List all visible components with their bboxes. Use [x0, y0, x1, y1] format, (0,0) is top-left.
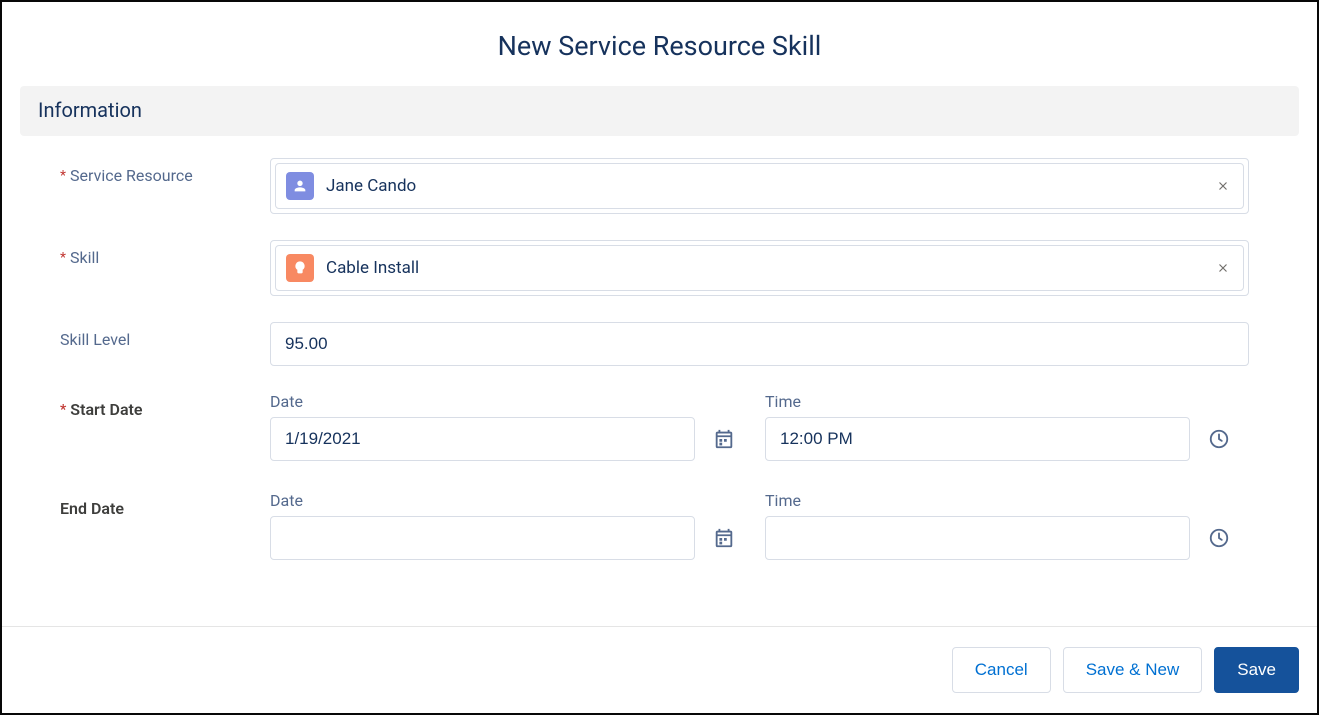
- label-text-service-resource: Service Resource: [70, 166, 193, 185]
- modal-footer: Cancel Save & New Save: [2, 626, 1317, 713]
- clock-icon: [1208, 527, 1230, 549]
- start-time-row: [765, 417, 1232, 461]
- skill-icon: [286, 254, 314, 282]
- row-end-date: End Date Date: [60, 491, 1299, 560]
- start-time-input[interactable]: [765, 417, 1190, 461]
- end-time-row: [765, 516, 1232, 560]
- label-service-resource: * Service Resource: [60, 158, 270, 185]
- form: * Service Resource Jane Cando: [20, 158, 1299, 560]
- modal-title: New Service Resource Skill: [2, 30, 1317, 62]
- end-date-input[interactable]: [270, 516, 695, 560]
- lookup-skill[interactable]: Cable Install: [270, 240, 1249, 296]
- label-text-skill: Skill: [70, 248, 99, 267]
- modal-dialog: New Service Resource Skill Information *…: [0, 0, 1319, 715]
- sublabel-end-date: Date: [270, 491, 737, 510]
- row-start-date: * Start Date Date: [60, 392, 1299, 461]
- field-skill: Cable Install: [270, 240, 1299, 296]
- calendar-icon: [713, 527, 735, 549]
- remove-skill-button[interactable]: [1213, 258, 1233, 278]
- modal-body: Information * Service Resource Jane Cand…: [2, 86, 1317, 626]
- required-asterisk: *: [60, 250, 66, 266]
- field-skill-level: [270, 322, 1299, 366]
- field-start-date: Date: [270, 392, 1299, 461]
- start-time-picker-button[interactable]: [1206, 426, 1232, 452]
- lookup-service-resource[interactable]: Jane Cando: [270, 158, 1249, 214]
- label-start-date: * Start Date: [60, 392, 270, 419]
- row-service-resource: * Service Resource Jane Cando: [60, 158, 1299, 214]
- end-time-input[interactable]: [765, 516, 1190, 560]
- pill-label-service-resource: Jane Cando: [326, 176, 1213, 196]
- service-resource-icon: [286, 172, 314, 200]
- row-skill: * Skill Cable Install: [60, 240, 1299, 296]
- end-date-row: [270, 516, 737, 560]
- sublabel-start-date: Date: [270, 392, 737, 411]
- start-date-input[interactable]: [270, 417, 695, 461]
- modal-header: New Service Resource Skill: [2, 2, 1317, 86]
- label-text-start-date: Start Date: [70, 400, 142, 419]
- start-date-picker-button[interactable]: [711, 426, 737, 452]
- remove-service-resource-button[interactable]: [1213, 176, 1233, 196]
- end-date-block: Date: [270, 491, 737, 560]
- end-time-picker-button[interactable]: [1206, 525, 1232, 551]
- label-skill: * Skill: [60, 240, 270, 267]
- pill-skill: Cable Install: [275, 245, 1244, 291]
- sublabel-end-time: Time: [765, 491, 1232, 510]
- calendar-icon: [713, 428, 735, 450]
- required-asterisk: *: [60, 402, 66, 418]
- start-date-block: Date: [270, 392, 737, 461]
- end-time-block: Time: [765, 491, 1232, 560]
- field-service-resource: Jane Cando: [270, 158, 1299, 214]
- datetime-end: Date: [270, 491, 1249, 560]
- required-asterisk: *: [60, 168, 66, 184]
- save-button[interactable]: Save: [1214, 647, 1299, 693]
- label-end-date: End Date: [60, 491, 270, 518]
- label-skill-level: Skill Level: [60, 322, 270, 349]
- cancel-button[interactable]: Cancel: [952, 647, 1051, 693]
- clock-icon: [1208, 428, 1230, 450]
- save-and-new-button[interactable]: Save & New: [1063, 647, 1203, 693]
- skill-level-input[interactable]: [270, 322, 1249, 366]
- label-text-skill-level: Skill Level: [60, 330, 130, 349]
- section-header-information: Information: [20, 86, 1299, 136]
- datetime-start: Date: [270, 392, 1249, 461]
- field-end-date: Date: [270, 491, 1299, 560]
- pill-label-skill: Cable Install: [326, 258, 1213, 278]
- end-date-picker-button[interactable]: [711, 525, 737, 551]
- start-time-block: Time: [765, 392, 1232, 461]
- row-skill-level: Skill Level: [60, 322, 1299, 366]
- start-date-row: [270, 417, 737, 461]
- sublabel-start-time: Time: [765, 392, 1232, 411]
- pill-service-resource: Jane Cando: [275, 163, 1244, 209]
- label-text-end-date: End Date: [60, 499, 124, 518]
